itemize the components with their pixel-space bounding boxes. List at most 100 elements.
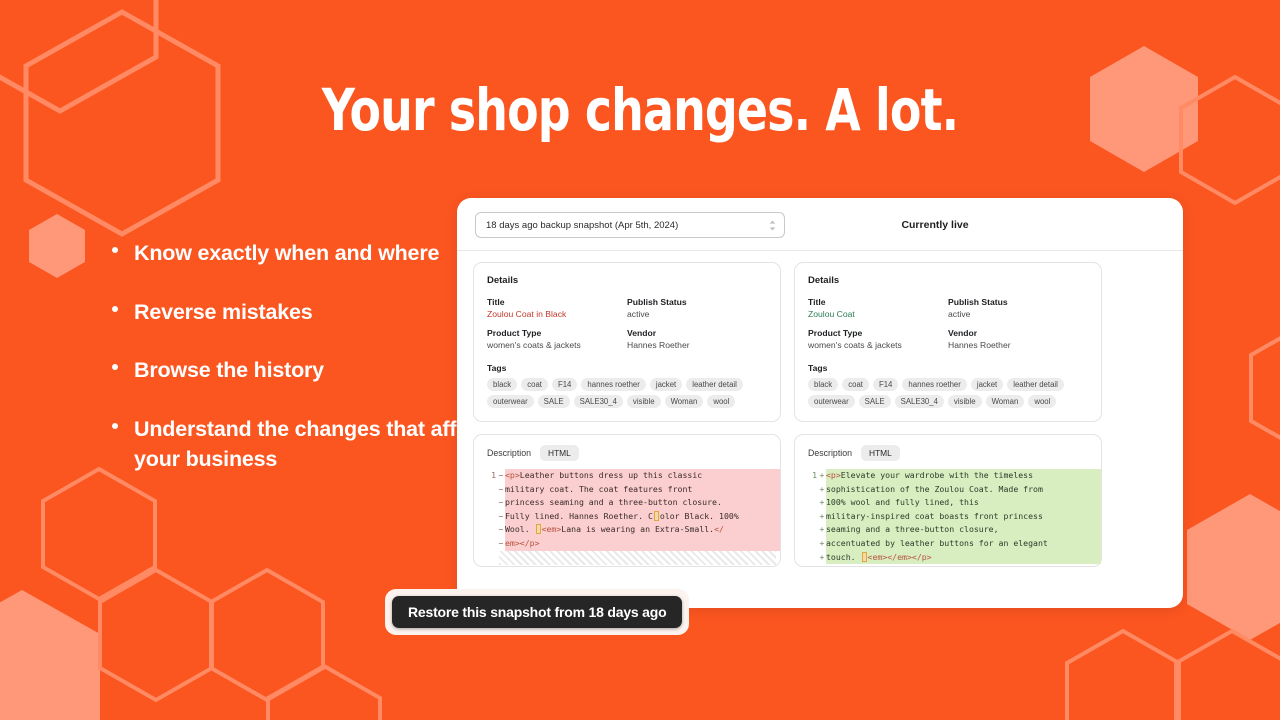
diff-line-number xyxy=(801,496,818,510)
restore-snapshot-button[interactable]: Restore this snapshot from 18 days ago xyxy=(392,596,683,628)
diff-sign: − xyxy=(498,524,504,535)
diff-line: +100% wool and fully lined, this xyxy=(801,496,1101,510)
bullet-dot-icon xyxy=(112,247,118,253)
hexagon-outline-icon xyxy=(265,663,383,720)
tag: jacket xyxy=(649,378,683,391)
diff-added: 1 + <p>Elevate your wardrobe with the time… xyxy=(795,469,1101,565)
stepper-chevrons-icon xyxy=(769,220,776,231)
tag-list: black coat F14 hannes roether jacket leather … xyxy=(487,378,767,408)
diff-sign: − xyxy=(498,470,504,480)
snapshot-select-value: 18 days ago backup snapshot (Apr 5th, 20… xyxy=(486,219,679,231)
diff-code: military-inspired coat boasts front prin… xyxy=(826,509,1101,524)
field-label: Title xyxy=(808,297,826,307)
diff-line: − em></p> xyxy=(480,536,780,551)
tag: Woman xyxy=(664,395,704,408)
field-label: Product Type xyxy=(487,328,542,338)
diff-code: Wool. <em>Lana is wearing an Extra-Small… xyxy=(505,523,780,537)
diff-line-number xyxy=(801,510,818,524)
diff-sign: − xyxy=(498,497,504,508)
tag: hannes roether xyxy=(581,378,646,391)
page-headline: Your shop changes. A lot. xyxy=(321,76,959,144)
bullet-dot-icon xyxy=(112,422,118,429)
tag-list: black coat F14 hannes roether jacket leather … xyxy=(808,378,1088,408)
field-value: women's coats & jackets xyxy=(808,340,902,350)
diff-line-number xyxy=(480,483,497,497)
app-window: 18 days ago backup snapshot (Apr 5th, 20… xyxy=(457,198,1183,608)
list-item: Understand the changes that affect your … xyxy=(104,414,504,475)
compare-panes: Details Title Zoulou Coat in Black Produ… xyxy=(457,251,1183,567)
hexagon-outline-icon xyxy=(1064,628,1182,720)
field-label: Product Type xyxy=(808,328,863,338)
tag: hannes roether xyxy=(902,378,967,391)
field-vendor: Vendor Hannes Roether xyxy=(627,328,767,350)
description-card: Description HTML 1− <p>Leather buttons dr… xyxy=(473,434,781,567)
diff-sign: + xyxy=(819,470,825,480)
diff-sign: + xyxy=(819,510,825,521)
diff-line: − princess seaming and a three-button clo… xyxy=(480,496,780,510)
details-card-title: Details xyxy=(808,275,840,286)
description-label: Description xyxy=(808,448,853,458)
diff-line: + military-inspired coat boasts front pri… xyxy=(801,509,1101,524)
list-item: Reverse mistakes xyxy=(104,297,504,328)
tag: coat xyxy=(842,378,869,391)
list-item-label: Know exactly when and where xyxy=(134,241,440,265)
restore-tooltip: Restore this snapshot from 18 days ago xyxy=(385,589,690,635)
html-chip[interactable]: HTML xyxy=(540,445,579,461)
snapshot-select[interactable]: 18 days ago backup snapshot (Apr 5th, 20… xyxy=(475,212,785,238)
diff-line-number xyxy=(480,537,497,551)
field-value: Hannes Roether xyxy=(948,340,1011,350)
tag: black xyxy=(487,378,518,391)
bullet-dot-icon xyxy=(112,305,118,312)
diff-code: <p>Elevate your wardrobe with the timele… xyxy=(826,469,1101,483)
field-value: women's coats & jackets xyxy=(487,340,581,350)
list-item-label: Understand the changes that affect your … xyxy=(134,416,487,472)
description-label: Description xyxy=(487,448,532,458)
diff-line: + seaming and a three-button closure, xyxy=(801,523,1101,537)
diff-line: + accentuated by leather buttons for an e… xyxy=(801,536,1101,551)
tag: visible xyxy=(947,395,982,408)
field-value: Zoulou Coat in Black xyxy=(487,309,567,319)
diff-caret-icon xyxy=(653,510,659,521)
diff-line: 1 + <p>Elevate your wardrobe with the time… xyxy=(801,469,1101,483)
tag: F14 xyxy=(872,378,899,391)
tag: coat xyxy=(521,378,548,391)
hexagon-filled-icon xyxy=(1185,492,1280,642)
html-chip[interactable]: HTML xyxy=(861,445,900,461)
diff-code: Fully lined. Hannes Roether. Color Black… xyxy=(505,509,780,524)
tag: leather detail xyxy=(686,378,743,391)
diff-code: seaming and a three-button closure, xyxy=(826,523,1101,537)
hexagon-filled-icon xyxy=(0,588,102,720)
diff-line-number xyxy=(801,537,818,551)
diff-code: touch. <em></em></p> xyxy=(826,550,1101,565)
diff-sign: − xyxy=(498,483,504,494)
tag: visible xyxy=(626,395,661,408)
diff-line: − Fully lined. Hannes Roether. Color Blac… xyxy=(480,509,780,524)
hexagon-filled-icon xyxy=(28,213,86,279)
field-product-type: Product Type women's coats & jackets xyxy=(487,328,627,350)
field-product-type: Product Type women's coats & jackets xyxy=(808,328,948,350)
diff-hatch-filler xyxy=(499,550,776,565)
pane-snapshot: Details Title Zoulou Coat in Black Produ… xyxy=(473,262,781,567)
diff-caret-icon xyxy=(861,551,867,562)
field-title: Title Zoulou Coat xyxy=(808,297,948,319)
tag: outerwear xyxy=(808,395,855,408)
field-label: Vendor xyxy=(948,328,978,338)
diff-line: − Wool. <em>Lana is wearing an Extra-Smal… xyxy=(480,523,780,537)
diff-code: 100% wool and fully lined, this xyxy=(826,496,1101,510)
diff-line-number: 1 xyxy=(812,470,817,480)
currently-live-label: Currently live xyxy=(901,219,969,231)
diff-line-number xyxy=(480,510,497,524)
field-label: Title xyxy=(487,297,505,307)
field-value: Hannes Roether xyxy=(627,340,690,350)
tag: wool xyxy=(1028,395,1057,408)
field-value: active xyxy=(627,309,650,319)
field-title: Title Zoulou Coat in Black xyxy=(487,297,627,319)
tags-label: Tags xyxy=(487,363,507,373)
diff-removed: 1− <p>Leather buttons dress up this class… xyxy=(474,469,780,551)
field-vendor: Vendor Hannes Roether xyxy=(948,328,1088,350)
diff-sign: + xyxy=(819,551,825,562)
hexagon-outline-icon xyxy=(1173,628,1280,720)
diff-line-number xyxy=(480,496,497,510)
details-card-title: Details xyxy=(487,275,519,286)
tag: Woman xyxy=(985,395,1025,408)
